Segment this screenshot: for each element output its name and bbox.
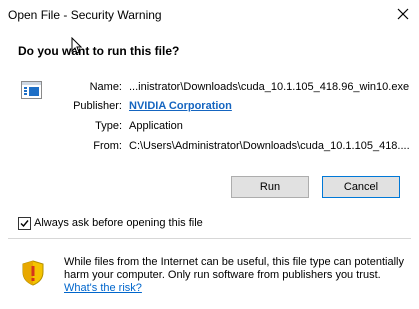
publisher-link[interactable]: NVIDIA Corporation: [129, 100, 232, 112]
close-icon[interactable]: [395, 6, 411, 22]
security-warning-dialog: Open File - Security Warning Do you want…: [0, 0, 419, 309]
title-bar[interactable]: Open File - Security Warning: [0, 0, 419, 30]
type-label: Type:: [95, 120, 122, 132]
section-divider: [8, 238, 411, 239]
file-name-value: ...inistrator\Downloads\cuda_10.1.105_41…: [129, 81, 410, 93]
window-title: Open File - Security Warning: [8, 8, 162, 22]
checkmark-icon: [20, 220, 29, 228]
publisher-label: Publisher:: [73, 100, 122, 112]
run-button[interactable]: Run: [231, 176, 309, 198]
name-label: Name:: [89, 81, 122, 93]
file-source-value: C:\Users\Administrator\Downloads\cuda_10…: [129, 140, 410, 152]
whats-the-risk-link[interactable]: What's the risk?: [64, 282, 142, 294]
warning-message: While files from the Internet can be use…: [64, 256, 404, 295]
application-file-icon: [21, 81, 42, 99]
security-shield-icon: [22, 260, 44, 286]
warning-text: While files from the Internet can be use…: [64, 256, 404, 281]
mouse-cursor-icon: [71, 37, 82, 54]
always-ask-checkbox[interactable]: [18, 217, 31, 230]
always-ask-label[interactable]: Always ask before opening this file: [34, 217, 203, 229]
cancel-button[interactable]: Cancel: [322, 176, 400, 198]
from-label: From:: [93, 140, 122, 152]
run-file-question: Do you want to run this file?: [18, 44, 180, 58]
file-type-value: Application: [129, 120, 183, 132]
